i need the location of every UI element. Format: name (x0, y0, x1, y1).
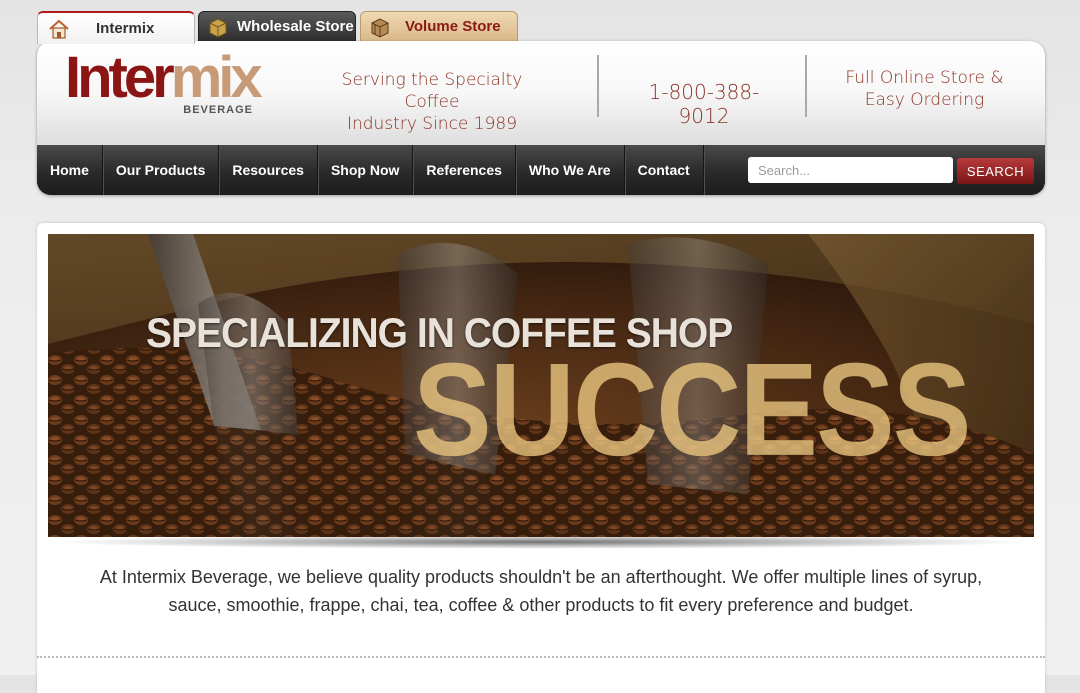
logo-wordmark: Intermix (65, 45, 263, 110)
header-divider (805, 55, 807, 117)
nav-menu: Home Our Products Resources Shop Now Ref… (37, 145, 704, 195)
header-branding: Intermix BEVERAGE Serving the Specialty … (37, 41, 1045, 146)
tab-label: Intermix (96, 20, 155, 37)
header-tagline: Serving the Specialty Coffee Industry Si… (341, 70, 523, 134)
nav-who-we-are[interactable]: Who We Are (516, 145, 625, 195)
tab-label: Volume Store (405, 18, 501, 35)
hero-banner[interactable]: SPECIALIZING IN COFFEE SHOP SUCCESS (48, 234, 1034, 537)
main-content: SPECIALIZING IN COFFEE SHOP SUCCESS At I… (37, 223, 1045, 693)
nav-shop-now[interactable]: Shop Now (318, 145, 414, 195)
main-nav: Home Our Products Resources Shop Now Ref… (37, 145, 1045, 195)
banner-success-text: SUCCESS (413, 336, 971, 484)
tab-wholesale-store[interactable]: Wholesale Store (198, 11, 356, 42)
nav-our-products[interactable]: Our Products (103, 145, 220, 195)
logo-subtitle: BEVERAGE (183, 104, 253, 116)
site-header: Intermix BEVERAGE Serving the Specialty … (37, 41, 1045, 195)
section-divider (37, 656, 1045, 658)
banner-shadow (47, 535, 1035, 549)
online-store-text: Full Online Store & Easy Ordering (845, 68, 1004, 110)
home-icon (46, 16, 72, 42)
tab-volume-store[interactable]: Volume Store (360, 11, 518, 42)
tab-label: Wholesale Store (237, 18, 354, 35)
nav-home[interactable]: Home (37, 145, 103, 195)
box-icon (205, 14, 231, 40)
search-button[interactable]: SEARCH (957, 158, 1034, 184)
nav-resources[interactable]: Resources (219, 145, 318, 195)
header-divider (597, 55, 599, 117)
nav-contact[interactable]: Contact (625, 145, 704, 195)
intro-text: At Intermix Beverage, we believe quality… (99, 567, 983, 615)
intermix-logo[interactable]: Intermix BEVERAGE (65, 49, 263, 119)
tab-intermix[interactable]: Intermix (37, 11, 195, 44)
crate-icon (367, 14, 393, 40)
nav-references[interactable]: References (413, 145, 516, 195)
phone-number[interactable]: 1-800-388-9012 (629, 80, 779, 128)
search-input[interactable] (748, 157, 953, 183)
